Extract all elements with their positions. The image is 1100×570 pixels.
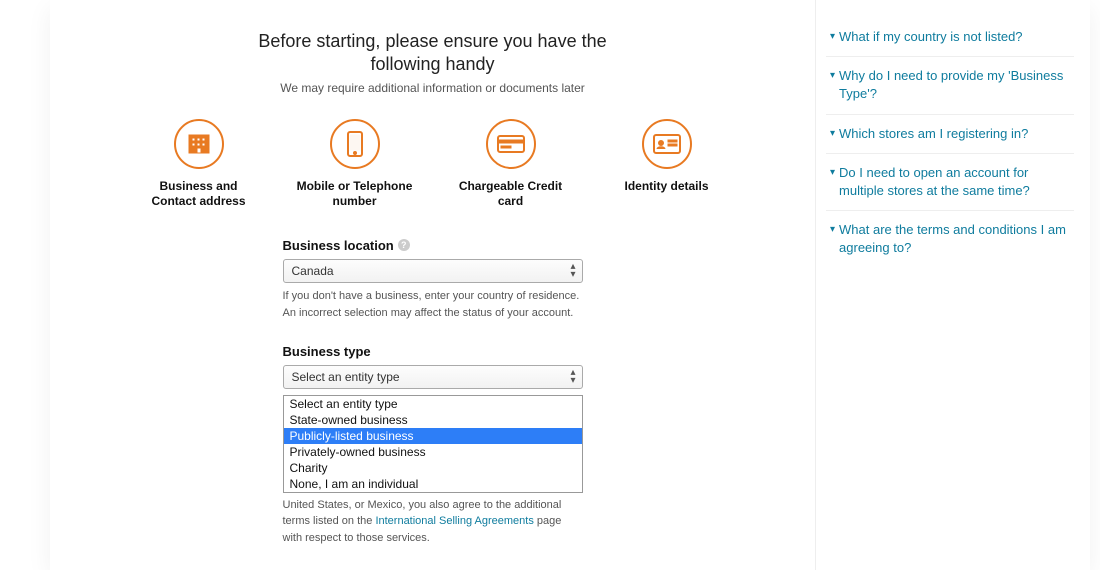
select-value: Canada: [292, 264, 334, 278]
business-type-select[interactable]: Select an entity type ▴▾: [283, 365, 583, 389]
faq-item[interactable]: ▾ What are the terms and conditions I am…: [826, 211, 1074, 267]
faq-text: Do I need to open an account for multipl…: [839, 164, 1070, 200]
registration-form: Business location ? Canada ▴▾ If you don…: [283, 238, 583, 546]
requirement-label: Mobile or Telephone number: [295, 179, 415, 210]
option-item[interactable]: Privately-owned business: [284, 444, 582, 460]
requirement-item: Identity details: [607, 119, 727, 210]
id-card-icon: [642, 119, 692, 169]
chevron-down-icon: ▾: [830, 70, 835, 81]
faq-sidebar: ▾ What if my country is not listed? ▾ Wh…: [815, 0, 1090, 570]
chevron-updown-icon: ▴▾: [570, 369, 575, 385]
page-title: Before starting, please ensure you have …: [223, 30, 643, 77]
business-location-select[interactable]: Canada ▴▾: [283, 259, 583, 283]
option-item[interactable]: Charity: [284, 460, 582, 476]
chevron-down-icon: ▾: [830, 167, 835, 178]
requirement-item: Business and Contact address: [139, 119, 259, 210]
chevron-down-icon: ▾: [830, 224, 835, 235]
requirement-label: Chargeable Credit card: [451, 179, 571, 210]
faq-text: What if my country is not listed?: [839, 28, 1023, 46]
faq-text: What are the terms and conditions I am a…: [839, 221, 1070, 257]
faq-item[interactable]: ▾ Which stores am I registering in?: [826, 115, 1074, 154]
agreement-text: United States, or Mexico, you also agree…: [283, 497, 583, 547]
credit-card-icon: [486, 119, 536, 169]
page-container: Before starting, please ensure you have …: [50, 0, 1090, 570]
option-item[interactable]: State-owned business: [284, 412, 582, 428]
faq-item[interactable]: ▾ Why do I need to provide my 'Business …: [826, 57, 1074, 114]
business-location-label: Business location ?: [283, 238, 583, 253]
phone-icon: [330, 119, 380, 169]
label-text: Business location: [283, 238, 394, 253]
select-value: Select an entity type: [292, 370, 400, 384]
label-text: Business type: [283, 344, 371, 359]
requirement-item: Chargeable Credit card: [451, 119, 571, 210]
requirement-label: Identity details: [624, 179, 708, 195]
faq-text: Why do I need to provide my 'Business Ty…: [839, 67, 1070, 103]
help-icon[interactable]: ?: [398, 239, 410, 251]
option-item[interactable]: None, I am an individual: [284, 476, 582, 492]
requirements-row: Business and Contact address Mobile or T…: [130, 119, 735, 210]
business-type-label: Business type: [283, 344, 583, 359]
faq-item[interactable]: ▾ Do I need to open an account for multi…: [826, 154, 1074, 211]
option-item[interactable]: Publicly-listed business: [284, 428, 582, 444]
chevron-updown-icon: ▴▾: [570, 263, 575, 279]
page-subtitle: We may require additional information or…: [130, 81, 735, 95]
requirement-label: Business and Contact address: [139, 179, 259, 210]
requirement-item: Mobile or Telephone number: [295, 119, 415, 210]
location-hint: If you don't have a business, enter your…: [283, 289, 583, 304]
chevron-down-icon: ▾: [830, 31, 835, 42]
faq-item[interactable]: ▾ What if my country is not listed?: [826, 18, 1074, 57]
faq-text: Which stores am I registering in?: [839, 125, 1028, 143]
agreement-link[interactable]: International Selling Agreements: [375, 515, 533, 527]
option-item[interactable]: Select an entity type: [284, 396, 582, 412]
chevron-down-icon: ▾: [830, 128, 835, 139]
main-content: Before starting, please ensure you have …: [50, 0, 815, 570]
location-hint: An incorrect selection may affect the st…: [283, 306, 583, 321]
business-type-options: Select an entity type State-owned busine…: [283, 395, 583, 493]
building-icon: [174, 119, 224, 169]
